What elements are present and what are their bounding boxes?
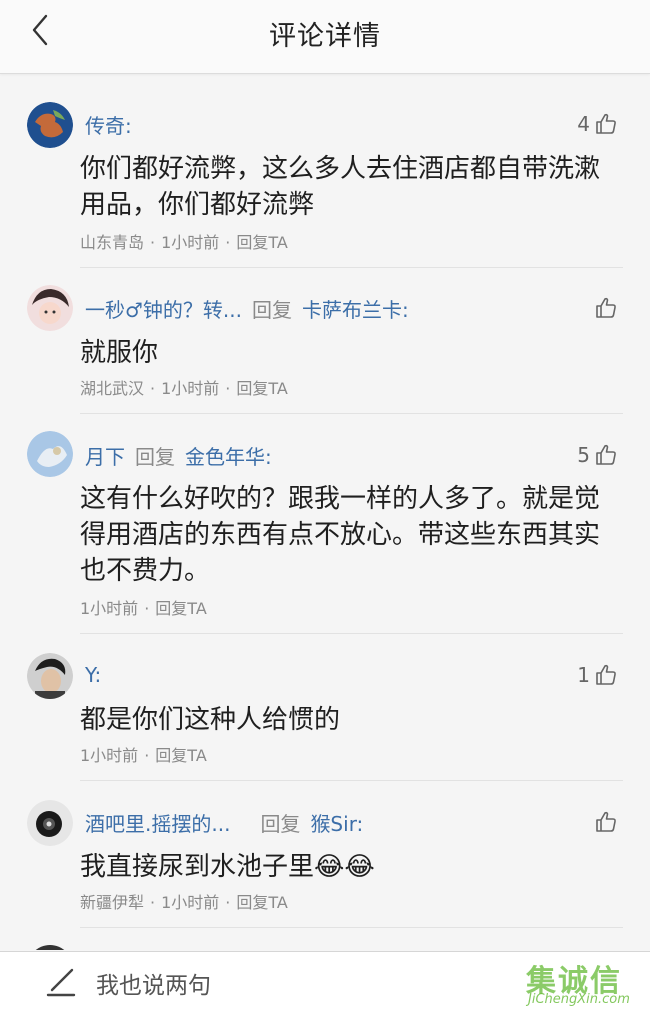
like-count: 4 bbox=[577, 112, 590, 136]
comment-header: 传奇: bbox=[85, 109, 132, 139]
thumbs-up-icon bbox=[596, 444, 616, 465]
watermark: 集诚信 JiChengXin.com bbox=[526, 956, 644, 1008]
comment-meta: 湖北武汉 · 1小时前 · 回复TA bbox=[80, 379, 288, 398]
reply-target-username[interactable]: 卡萨布兰卡: bbox=[302, 294, 409, 323]
reply-link[interactable]: 回复TA bbox=[236, 233, 287, 252]
watermark-site: JiChengXin.com bbox=[528, 992, 630, 1007]
divider bbox=[80, 633, 623, 634]
reply-label: 回复 bbox=[260, 811, 301, 836]
location: 新疆伊犁 bbox=[80, 893, 145, 912]
reply-link[interactable]: 回复TA bbox=[155, 599, 206, 618]
pen-icon bbox=[46, 968, 76, 997]
like-button[interactable]: 4 bbox=[577, 109, 618, 139]
comment-input-bar: 我也说两句 集诚信 JiChengXin.com bbox=[0, 951, 650, 1009]
comment-text: 这有什么好吹的？跟我一样的人多了。就是觉得用酒店的东西有点不放心。带这些东西其实… bbox=[80, 484, 601, 586]
comment-text: 就服你 bbox=[80, 338, 159, 368]
reply-link[interactable]: 回复TA bbox=[236, 379, 287, 398]
thumbs-up-icon bbox=[596, 297, 616, 318]
timestamp: 1小时前 bbox=[80, 599, 139, 618]
avatar[interactable] bbox=[27, 285, 73, 331]
like-count: 1 bbox=[577, 663, 590, 687]
comment-header: 一秒♂钟的？转... 回复 卡萨布兰卡: bbox=[85, 293, 409, 323]
page-title: 评论详情 bbox=[269, 21, 381, 52]
comment-text: 都是你们这种人给惯的 bbox=[80, 705, 341, 735]
like-button[interactable] bbox=[580, 807, 618, 837]
username[interactable]: 一秒♂钟的？转... bbox=[85, 294, 242, 323]
comment-meta: 1小时前 · 回复TA bbox=[80, 746, 207, 765]
avatar[interactable] bbox=[27, 800, 73, 846]
timestamp: 1小时前 bbox=[80, 746, 139, 765]
like-count: 5 bbox=[577, 443, 590, 467]
like-button[interactable]: 5 bbox=[577, 440, 618, 470]
like-button[interactable] bbox=[580, 293, 618, 323]
reply-target-username[interactable]: 金色年华: bbox=[185, 441, 272, 470]
username[interactable]: 传奇: bbox=[85, 110, 132, 139]
thumbs-up-icon bbox=[596, 811, 616, 832]
location: 湖北武汉 bbox=[80, 379, 145, 398]
comment-input[interactable]: 我也说两句 bbox=[96, 966, 211, 1000]
username[interactable]: 酒吧里.摇摆的... bbox=[85, 808, 230, 837]
comment-text: 你们都好流弊，这么多人去住酒店都自带洗漱用品，你们都好流弊 bbox=[80, 154, 601, 220]
avatar[interactable] bbox=[27, 653, 73, 699]
reply-label: 回复 bbox=[252, 297, 293, 322]
username[interactable]: Y: bbox=[85, 663, 101, 687]
thumbs-up-icon bbox=[596, 113, 616, 134]
top-bar: 评论详情 bbox=[0, 0, 650, 74]
reply-label: 回复 bbox=[135, 444, 175, 469]
timestamp: 1小时前 bbox=[161, 893, 220, 912]
like-button[interactable]: 1 bbox=[577, 660, 618, 690]
divider bbox=[80, 267, 623, 268]
reply-link[interactable]: 回复TA bbox=[155, 746, 206, 765]
reply-link[interactable]: 回复TA bbox=[236, 893, 287, 912]
avatar[interactable] bbox=[27, 431, 73, 477]
comment-meta: 山东青岛 · 1小时前 · 回复TA bbox=[80, 233, 288, 252]
divider bbox=[80, 780, 623, 781]
timestamp: 1小时前 bbox=[161, 233, 220, 252]
comment-header: Y: bbox=[85, 660, 101, 690]
divider bbox=[80, 927, 623, 928]
comment-list[interactable]: 传奇: 4 你们都好流弊，这么多人去住酒店都自带洗漱用品，你们都好流弊 山东青岛… bbox=[0, 75, 650, 950]
reply-target-username[interactable]: 猴Sir: bbox=[310, 808, 363, 837]
location: 山东青岛 bbox=[80, 233, 145, 252]
comment-header: 月下 回复 金色年华: bbox=[85, 440, 272, 470]
comment-text: 我直接尿到水池子里😂😂 bbox=[80, 852, 375, 882]
timestamp: 1小时前 bbox=[161, 379, 220, 398]
avatar[interactable] bbox=[27, 945, 73, 950]
divider bbox=[80, 413, 623, 414]
comment-meta: 新疆伊犁 · 1小时前 · 回复TA bbox=[80, 893, 288, 912]
comment-meta: 1小时前 · 回复TA bbox=[80, 599, 207, 618]
comment-header: 酒吧里.摇摆的... 回复 猴Sir: bbox=[85, 807, 363, 837]
thumbs-up-icon bbox=[596, 664, 616, 685]
username[interactable]: 月下 bbox=[85, 441, 125, 470]
avatar[interactable] bbox=[27, 102, 73, 148]
